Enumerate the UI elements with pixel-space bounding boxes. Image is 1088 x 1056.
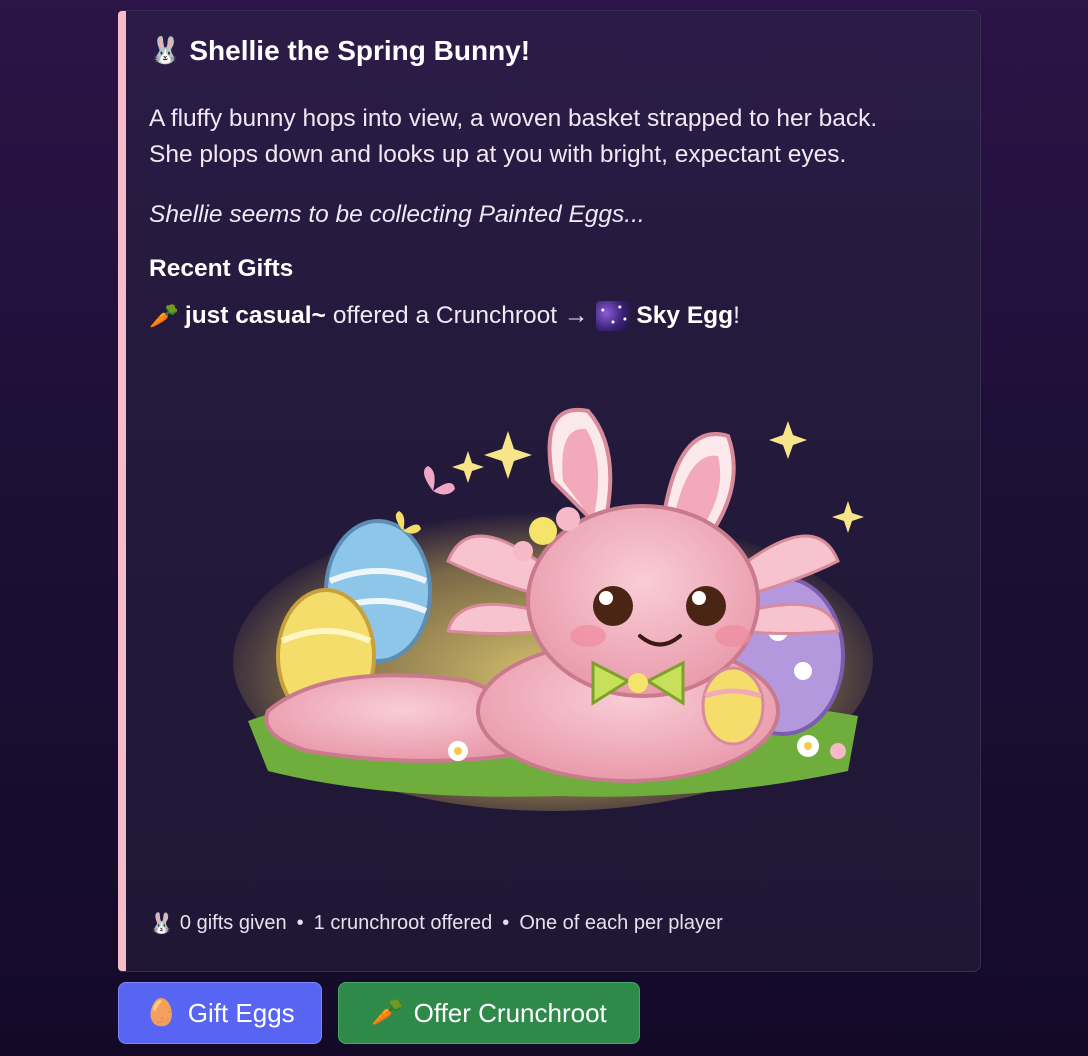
gift-user: just casual~ <box>184 302 326 329</box>
collecting-note: Shellie seems to be collecting Painted E… <box>149 201 645 228</box>
footer-separator: • <box>502 911 510 934</box>
gifts-given-count: 0 gifts given <box>179 911 287 934</box>
footer-separator: • <box>296 911 304 934</box>
embed-title: 🐰 Shellie the Spring Bunny! <box>149 35 530 67</box>
crunchroot-offered-count: 1 crunchroot offered <box>313 911 493 934</box>
gift-suffix: ! <box>733 302 740 329</box>
recent-gift-entry: 🥕 just casual~ offered a Crunchroot → Sk… <box>149 301 740 331</box>
embed-description: A fluffy bunny hops into view, a woven b… <box>149 101 969 173</box>
sky-egg-icon <box>596 301 631 331</box>
bunny-icon: 🐰 <box>149 36 182 66</box>
carrot-icon: 🥕 <box>371 998 404 1028</box>
egg-icon: 🥚 <box>145 998 178 1028</box>
embed-title-text: Shellie the Spring Bunny! <box>189 35 531 66</box>
offer-crunchroot-label: Offer Crunchroot <box>413 997 607 1028</box>
gift-eggs-button[interactable]: 🥚 Gift Eggs <box>118 982 322 1044</box>
offer-crunchroot-button[interactable]: 🥕 Offer Crunchroot <box>338 982 640 1044</box>
bunny-small-icon: 🐰 <box>149 911 174 935</box>
gift-eggs-label: Gift Eggs <box>187 997 295 1028</box>
embed-accent-bar <box>118 11 126 971</box>
gift-item: Sky Egg <box>636 302 734 329</box>
bunny-axolotl-illustration <box>233 407 873 811</box>
embed-footer: 🐰 0 gifts given • 1 crunchroot offered •… <box>149 911 723 935</box>
carrot-icon: 🥕 <box>149 302 179 330</box>
gift-action: offered a Crunchroot → <box>332 302 589 329</box>
description-line-1: A fluffy bunny hops into view, a woven b… <box>149 105 878 132</box>
recent-gifts-heading: Recent Gifts <box>149 255 294 282</box>
bunny-embed: 🐰 Shellie the Spring Bunny! A fluffy bun… <box>118 10 981 972</box>
per-player-rule: One of each per player <box>519 911 723 934</box>
description-line-2: She plops down and looks up at you with … <box>149 141 847 168</box>
